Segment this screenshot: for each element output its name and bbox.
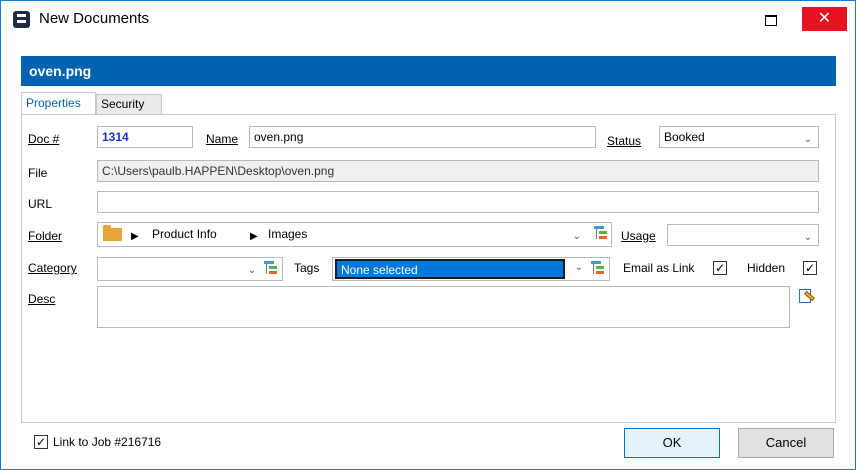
- desc-label: Desc: [28, 292, 55, 306]
- desc-label-text: Desc: [28, 292, 56, 306]
- link-to-job-label: Link to Job #216716: [53, 435, 162, 449]
- email-as-link-checkbox[interactable]: ✓: [713, 261, 727, 275]
- chevron-down-icon[interactable]: ⌄: [248, 261, 256, 280]
- url-field[interactable]: [97, 191, 819, 213]
- doc-number-label-text: Doc #: [28, 132, 60, 146]
- status-value: Booked: [664, 130, 705, 144]
- window-title: New Documents: [39, 10, 150, 27]
- breadcrumb-arrow-icon: ▶: [131, 231, 139, 242]
- usage-label: Usage: [621, 229, 656, 243]
- tree-picker-icon[interactable]: [594, 226, 608, 242]
- desc-textarea[interactable]: [97, 286, 790, 328]
- hidden-checkbox[interactable]: ✓: [803, 261, 817, 275]
- status-select[interactable]: Booked ⌄: [659, 126, 819, 148]
- ok-button[interactable]: OK: [624, 428, 720, 458]
- file-path-field[interactable]: C:\Users\paulb.HAPPEN\Desktop\oven.png: [97, 160, 819, 182]
- name-label: Name: [206, 132, 238, 146]
- cancel-button[interactable]: Cancel: [738, 428, 834, 458]
- name-field[interactable]: oven.png: [249, 126, 596, 148]
- name-label-text: Name: [206, 132, 239, 146]
- edit-document-icon[interactable]: [797, 288, 815, 306]
- usage-select[interactable]: ⌄: [667, 224, 819, 246]
- status-label: Status: [607, 134, 641, 148]
- status-label-text: Status: [607, 134, 642, 148]
- hidden-label: Hidden: [747, 261, 786, 275]
- maximize-button[interactable]: [750, 7, 790, 31]
- usage-label-text: Usage: [621, 229, 656, 243]
- url-label: URL: [28, 197, 53, 211]
- doc-number-label: Doc #: [28, 132, 59, 146]
- chevron-down-icon[interactable]: ⌄: [573, 227, 581, 246]
- folder-path-product-info[interactable]: Product Info: [152, 224, 217, 244]
- chevron-down-icon[interactable]: ⌄: [804, 130, 812, 147]
- close-button[interactable]: ✕: [802, 7, 847, 31]
- folder-label-text: Folder: [28, 229, 63, 243]
- tree-picker-icon[interactable]: [591, 261, 605, 277]
- folder-path-images[interactable]: Images: [268, 224, 307, 244]
- app-logo-icon: [13, 11, 30, 28]
- new-documents-window: New Documents ✕ oven.png Properties Secu…: [0, 0, 856, 470]
- tags-select[interactable]: None selected ⌄: [332, 257, 610, 281]
- tags-value[interactable]: None selected: [335, 259, 565, 279]
- title-bar[interactable]: New Documents ✕: [1, 1, 855, 37]
- chevron-down-icon[interactable]: ⌄: [804, 228, 812, 245]
- file-label: File: [28, 166, 48, 180]
- folder-icon: [103, 225, 122, 241]
- tree-picker-icon[interactable]: [264, 261, 278, 277]
- link-to-job-checkbox[interactable]: ✓: [34, 435, 48, 449]
- folder-label: Folder: [28, 229, 62, 243]
- category-label-text: Category: [28, 261, 77, 275]
- tags-label: Tags: [294, 261, 320, 275]
- document-header: oven.png: [21, 56, 836, 86]
- chevron-down-icon[interactable]: ⌄: [575, 262, 583, 273]
- folder-picker[interactable]: ▶ Product Info ▶ Images ⌄: [97, 222, 612, 247]
- doc-number-field[interactable]: 1314: [97, 126, 193, 148]
- category-select[interactable]: ⌄: [97, 257, 283, 281]
- email-as-link-label: Email as Link: [623, 261, 695, 275]
- tab-properties[interactable]: Properties: [21, 92, 96, 115]
- category-label: Category: [28, 261, 77, 275]
- tab-security[interactable]: Security: [96, 94, 162, 115]
- breadcrumb-arrow-icon: ▶: [250, 231, 258, 242]
